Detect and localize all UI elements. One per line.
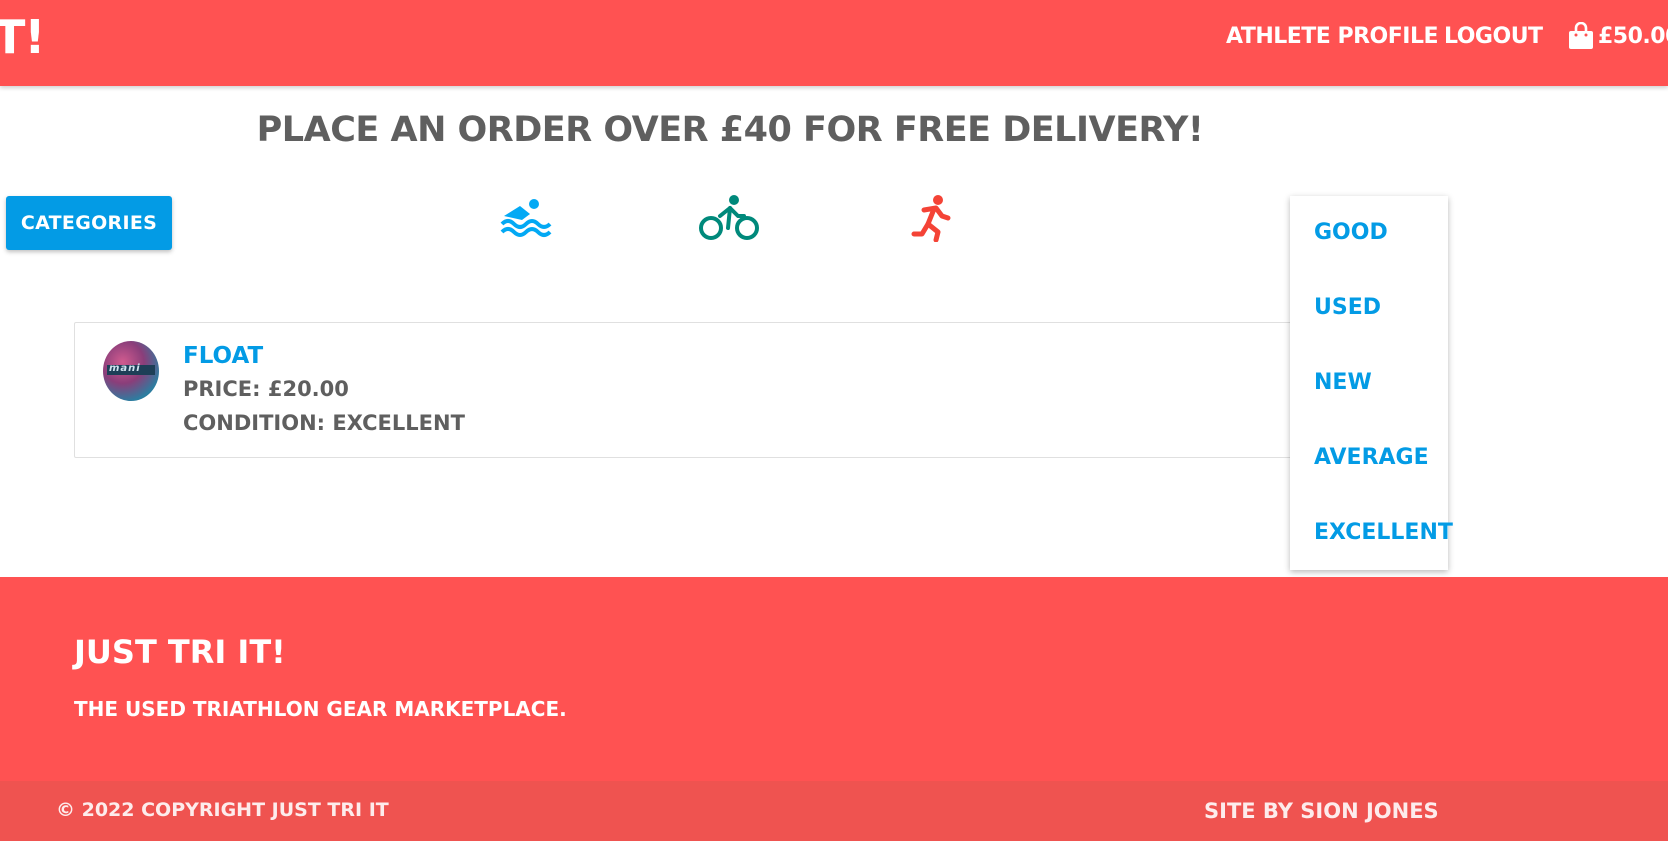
product-condition: CONDITION: EXCELLENT xyxy=(183,411,465,435)
categories-button[interactable]: CATEGORIES xyxy=(6,196,172,250)
footer-tagline: THE USED TRIATHLON GEAR MARKETPLACE. xyxy=(74,697,567,721)
shopping-bag-icon[interactable] xyxy=(1568,22,1594,50)
product-card[interactable]: mani FLOAT PRICE: £20.00 CONDITION: EXCE… xyxy=(74,322,1394,458)
condition-option-excellent[interactable]: EXCELLENT xyxy=(1314,520,1453,545)
cart-total[interactable]: £50.00 xyxy=(1598,24,1668,49)
product-thumbnail[interactable]: mani xyxy=(103,341,159,401)
condition-option-used[interactable]: USED xyxy=(1314,295,1381,320)
footer-title: JUST TRI IT! xyxy=(74,633,286,671)
copyright-text: © 2022 COPYRIGHT JUST TRI IT xyxy=(56,799,389,821)
condition-option-average[interactable]: AVERAGE xyxy=(1314,445,1429,470)
product-name-link[interactable]: FLOAT xyxy=(183,343,263,369)
product-price: PRICE: £20.00 xyxy=(183,377,349,401)
athlete-profile-link[interactable]: ATHLETE PROFILE xyxy=(1226,24,1439,49)
condition-option-new[interactable]: NEW xyxy=(1314,370,1372,395)
thumbnail-brand-text: mani xyxy=(109,363,141,374)
footer: JUST TRI IT! THE USED TRIATHLON GEAR MAR… xyxy=(0,577,1668,841)
condition-option-good[interactable]: GOOD xyxy=(1314,220,1388,245)
navbar: T! ATHLETE PROFILE LOGOUT £50.00 xyxy=(0,0,1668,86)
condition-dropdown: GOOD USED NEW AVERAGE EXCELLENT xyxy=(1290,196,1453,570)
swim-icon[interactable] xyxy=(500,196,556,238)
logout-link[interactable]: LOGOUT xyxy=(1444,24,1543,49)
copyright-bar: © 2022 COPYRIGHT JUST TRI IT SITE BY SIO… xyxy=(0,781,1668,841)
free-delivery-banner: PLACE AN ORDER OVER £40 FOR FREE DELIVER… xyxy=(256,110,1204,150)
bike-icon[interactable] xyxy=(698,194,760,242)
brand-logo-link[interactable]: T! xyxy=(0,10,45,64)
site-credit-link[interactable]: SITE BY SION JONES xyxy=(1204,799,1439,823)
run-icon[interactable] xyxy=(910,194,952,242)
